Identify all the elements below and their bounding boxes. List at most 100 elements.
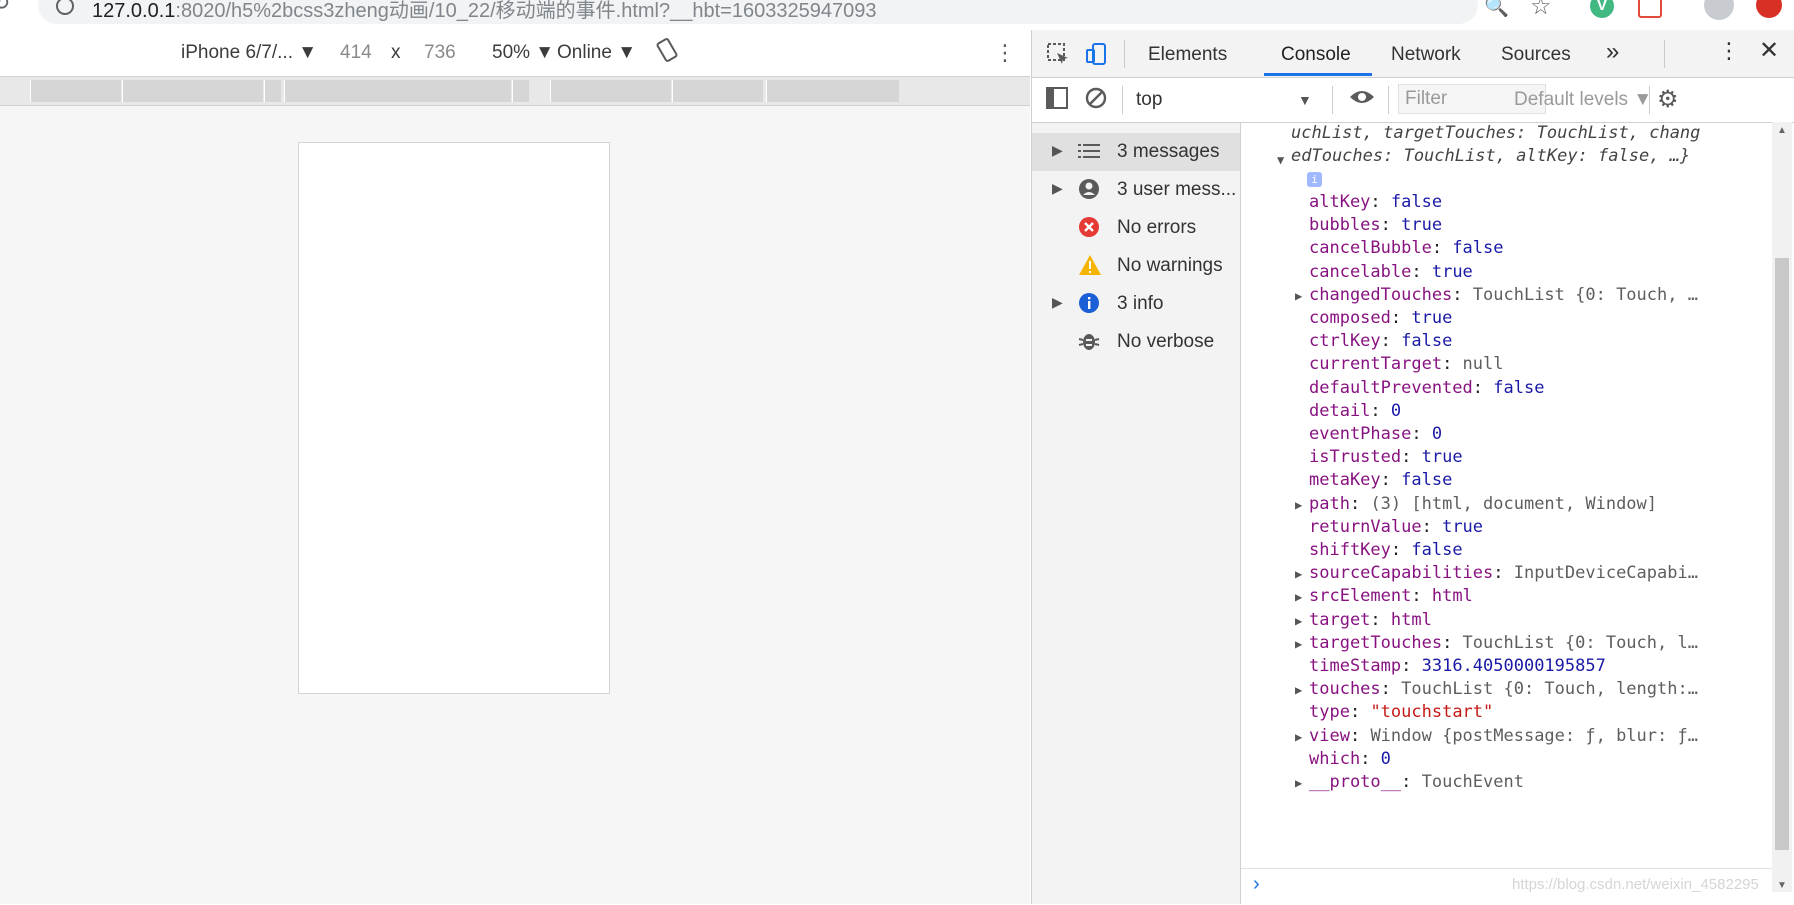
property-value: (3) [html, document, Window] xyxy=(1370,493,1658,514)
expand-triangle-icon[interactable]: ▶ xyxy=(1295,567,1302,581)
user-icon xyxy=(1078,178,1100,200)
property-key: currentTarget xyxy=(1309,354,1443,375)
sidebar-toggle-icon[interactable] xyxy=(1046,87,1068,115)
viewport-height[interactable]: 736 xyxy=(424,42,456,64)
device-toolbar: iPhone 6/7/... ▼ 414 x 736 50% ▼ Online … xyxy=(0,30,1030,77)
property-row[interactable]: sourceCapabilities: InputDeviceCapabi… xyxy=(1309,563,1698,585)
expand-triangle-icon[interactable]: ▶ xyxy=(1295,730,1302,744)
property-row: eventPhase: 0 xyxy=(1309,424,1443,444)
expand-triangle-icon[interactable]: ▶ xyxy=(1295,637,1302,651)
expand-triangle-icon[interactable]: ▶ xyxy=(1295,590,1302,604)
reload-icon[interactable]: ↻ xyxy=(0,0,10,16)
log-levels-select[interactable]: Default levels ▼ xyxy=(1514,89,1652,111)
tab-network[interactable]: Network xyxy=(1391,44,1461,66)
collapse-triangle-icon[interactable]: ▼ xyxy=(1277,153,1284,167)
zoom-select[interactable]: 50% ▼ xyxy=(492,42,554,64)
close-devtools-icon[interactable]: ✕ xyxy=(1759,36,1779,65)
property-row: ctrlKey: false xyxy=(1309,331,1453,352)
expand-triangle-icon[interactable]: ▶ xyxy=(1295,498,1302,512)
property-value: html xyxy=(1390,609,1432,630)
property-row[interactable]: target: html xyxy=(1309,610,1432,632)
property-value: false xyxy=(1401,470,1453,491)
scroll-down-icon[interactable]: ▼ xyxy=(1777,880,1787,891)
property-value: true xyxy=(1401,215,1443,236)
property-row[interactable]: targetTouches: TouchList {0: Touch, l… xyxy=(1309,633,1698,655)
property-key: sourceCapabilities xyxy=(1309,563,1494,584)
property-key: detail xyxy=(1309,400,1371,421)
sidebar-item-info[interactable]: ▶ 3 info xyxy=(1032,285,1240,323)
property-row: altKey: false xyxy=(1309,192,1443,212)
prompt-chevron-icon: › xyxy=(1253,873,1260,895)
property-key: composed xyxy=(1309,308,1391,328)
sidebar-item-user-messages[interactable]: ▶ 3 user mess... xyxy=(1032,171,1240,209)
network-throttle-select[interactable]: Online ▼ xyxy=(557,42,636,64)
context-dropdown-icon[interactable]: ▼ xyxy=(1298,92,1312,108)
property-value: true xyxy=(1431,261,1473,282)
viewport-width[interactable]: 414 xyxy=(340,42,372,64)
property-value: true xyxy=(1411,308,1453,328)
tab-console[interactable]: Console xyxy=(1281,44,1351,66)
property-key: changedTouches xyxy=(1309,284,1453,305)
property-row[interactable]: __proto__: TouchEvent xyxy=(1309,772,1524,794)
property-row[interactable]: path: (3) [html, document, Window] xyxy=(1309,494,1657,516)
active-tab-indicator xyxy=(1264,73,1372,76)
devtools-menu-icon[interactable]: ⋮ xyxy=(1718,38,1740,64)
console-scrollbar-thumb[interactable] xyxy=(1775,258,1789,850)
property-key: __proto__ xyxy=(1309,772,1402,792)
expand-triangle-icon[interactable]: ▶ xyxy=(1295,289,1302,303)
info-badge-icon[interactable]: i xyxy=(1307,172,1322,187)
scroll-up-icon[interactable]: ▲ xyxy=(1777,125,1787,136)
property-key: shiftKey xyxy=(1309,540,1391,560)
console-output[interactable]: uchList, targetTouches: TouchList, chang… xyxy=(1241,123,1794,904)
device-select[interactable]: iPhone 6/7/... ▼ xyxy=(181,42,317,64)
vue-extension-icon[interactable]: V xyxy=(1590,0,1614,18)
sidebar-item-errors[interactable]: No errors xyxy=(1032,209,1240,247)
inspect-element-icon[interactable] xyxy=(1046,42,1070,71)
context-select[interactable]: top xyxy=(1136,89,1162,111)
expand-triangle-icon[interactable]: ▶ xyxy=(1295,614,1302,628)
property-key: target xyxy=(1309,609,1371,630)
bug-icon xyxy=(1078,330,1100,352)
console-toolbar: top ▼ Filter Default levels ▼ ⚙ xyxy=(1032,78,1794,123)
extension-icon[interactable] xyxy=(1638,0,1662,18)
property-row: metaKey: false xyxy=(1309,470,1453,491)
expand-triangle-icon[interactable]: ▶ xyxy=(1295,776,1302,790)
live-expression-eye-icon[interactable] xyxy=(1348,86,1376,114)
property-value: true xyxy=(1421,447,1463,468)
url-text[interactable]: 127.0.0.1:8020/h5%2bcss3zheng动画/10_22/移动… xyxy=(92,0,876,23)
sidebar-item-messages[interactable]: ▶ 3 messages xyxy=(1032,133,1240,171)
tab-sources[interactable]: Sources xyxy=(1501,44,1571,66)
property-key: touches xyxy=(1309,679,1381,700)
property-key: cancelBubble xyxy=(1309,238,1432,259)
clear-console-icon[interactable] xyxy=(1085,87,1107,115)
property-row[interactable]: view: Window {postMessage: ƒ, blur: ƒ… xyxy=(1309,726,1698,748)
property-value: InputDeviceCapabi… xyxy=(1513,563,1698,584)
device-toolbar-toggle-icon[interactable] xyxy=(1085,42,1109,71)
property-value: Window {postMessage: ƒ, blur: ƒ… xyxy=(1370,725,1698,746)
more-options-icon[interactable]: ⋮ xyxy=(994,40,1016,66)
property-value: TouchList {0: Touch, … xyxy=(1472,284,1698,305)
device-screen[interactable] xyxy=(298,142,610,694)
update-icon[interactable] xyxy=(1756,0,1782,18)
property-row: returnValue: true xyxy=(1309,516,1484,537)
property-key: altKey xyxy=(1309,192,1371,212)
warning-icon xyxy=(1078,254,1101,276)
more-tabs-icon[interactable]: » xyxy=(1606,38,1619,66)
property-row[interactable]: srcElement: html xyxy=(1309,586,1473,608)
property-value: false xyxy=(1452,238,1504,259)
expand-triangle-icon[interactable]: ▶ xyxy=(1295,683,1302,697)
sidebar-item-verbose[interactable]: No verbose xyxy=(1032,323,1240,361)
property-row[interactable]: changedTouches: TouchList {0: Touch, … xyxy=(1309,285,1698,307)
tab-elements[interactable]: Elements xyxy=(1148,44,1227,66)
property-key: eventPhase xyxy=(1309,424,1412,444)
rotate-icon[interactable] xyxy=(656,38,678,68)
property-value: 0 xyxy=(1431,424,1443,444)
console-settings-gear-icon[interactable]: ⚙ xyxy=(1657,85,1679,114)
sidebar-item-warnings[interactable]: No warnings xyxy=(1032,247,1240,285)
property-value: TouchList {0: Touch, l… xyxy=(1462,632,1698,653)
profile-avatar[interactable] xyxy=(1704,0,1734,20)
property-row: cancelable: true xyxy=(1309,261,1473,282)
zoom-icon[interactable]: 🔍 xyxy=(1484,0,1509,19)
bookmark-star-icon[interactable]: ☆ xyxy=(1530,0,1552,21)
property-row[interactable]: touches: TouchList {0: Touch, length:… xyxy=(1309,679,1698,701)
